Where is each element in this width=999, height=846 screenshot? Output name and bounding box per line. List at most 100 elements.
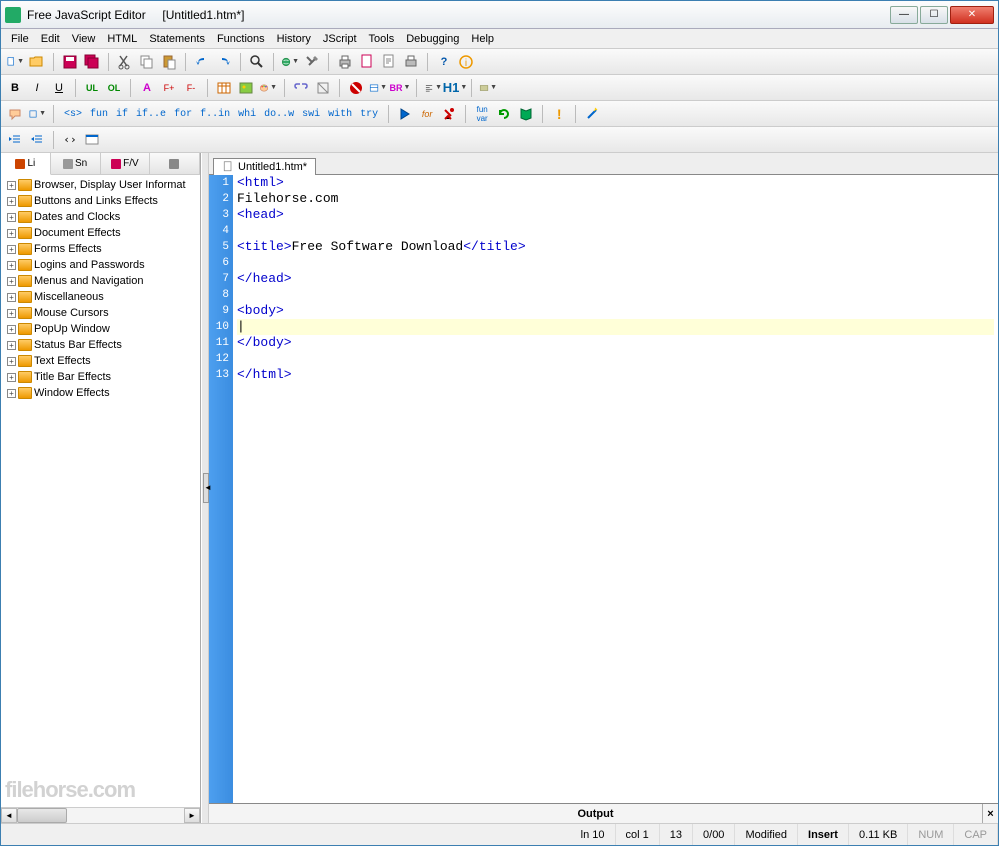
image-button[interactable] <box>236 78 256 98</box>
brackets-icon[interactable]: ‹› <box>60 130 80 150</box>
code-line[interactable]: Filehorse.com <box>237 191 994 207</box>
code-line[interactable]: </html> <box>237 367 994 383</box>
expand-icon[interactable]: + <box>7 389 16 398</box>
table-button[interactable] <box>214 78 234 98</box>
anchor-button[interactable] <box>313 78 333 98</box>
cut-button[interactable] <box>115 52 135 72</box>
open-file-button[interactable] <box>27 52 47 72</box>
tree-view[interactable]: +Browser, Display User Informat+Buttons … <box>1 175 200 807</box>
snippet-s[interactable]: <s> <box>60 109 86 120</box>
scroll-thumb[interactable] <box>17 808 67 823</box>
menu-jscript[interactable]: JScript <box>317 31 363 47</box>
expand-icon[interactable]: + <box>7 181 16 190</box>
menu-view[interactable]: View <box>66 31 102 47</box>
tree-item[interactable]: +Status Bar Effects <box>3 337 198 353</box>
snippet-swi[interactable]: swi <box>298 109 324 120</box>
snippet-ife[interactable]: if..e <box>132 109 170 120</box>
tree-item[interactable]: +Mouse Cursors <box>3 305 198 321</box>
tree-item[interactable]: +Document Effects <box>3 225 198 241</box>
snippet-dow[interactable]: do..w <box>260 109 298 120</box>
code-editor[interactable]: 12345678910111213 <html>Filehorse.com<he… <box>209 175 998 803</box>
code-content[interactable]: <html>Filehorse.com<head><title>Free Sof… <box>233 175 998 803</box>
tree-item[interactable]: +Miscellaneous <box>3 289 198 305</box>
sidebar-tab-sn[interactable]: Sn <box>51 153 101 174</box>
tree-item[interactable]: +Forms Effects <box>3 241 198 257</box>
menu-file[interactable]: File <box>5 31 35 47</box>
link-button[interactable] <box>291 78 311 98</box>
splitter-grip[interactable]: ◄ <box>203 473 209 503</box>
ol-button[interactable]: OL <box>104 78 124 98</box>
scroll-left-button[interactable]: ◄ <box>1 808 17 823</box>
heading-button[interactable]: H1▼ <box>445 78 465 98</box>
doc1-icon[interactable] <box>357 52 377 72</box>
menu-tools[interactable]: Tools <box>363 31 401 47</box>
expand-icon[interactable]: + <box>7 229 16 238</box>
tree-item[interactable]: +Title Bar Effects <box>3 369 198 385</box>
book-icon[interactable] <box>516 104 536 124</box>
tools-button[interactable] <box>302 52 322 72</box>
block-button[interactable]: ▼ <box>27 104 47 124</box>
outdent-button[interactable] <box>27 130 47 150</box>
comment-button[interactable] <box>5 104 25 124</box>
sidebar-scrollbar[interactable]: ◄ ► <box>1 807 200 823</box>
debug-stop-button[interactable] <box>439 104 459 124</box>
wand-icon[interactable] <box>582 104 602 124</box>
underline-button[interactable]: U <box>49 78 69 98</box>
menu-help[interactable]: Help <box>465 31 500 47</box>
close-button[interactable]: ✕ <box>950 6 994 24</box>
snippet-if[interactable]: if <box>112 109 132 120</box>
var-icon[interactable]: funvar <box>472 104 492 124</box>
expand-icon[interactable]: + <box>7 245 16 254</box>
snippet-try[interactable]: try <box>356 109 382 120</box>
code-line[interactable]: <head> <box>237 207 994 223</box>
debug-fox-icon[interactable]: for <box>417 104 437 124</box>
tree-item[interactable]: +PopUp Window <box>3 321 198 337</box>
code-line[interactable]: <body> <box>237 303 994 319</box>
refresh-icon[interactable] <box>494 104 514 124</box>
snippet-fun[interactable]: fun <box>86 109 112 120</box>
code-line[interactable] <box>237 223 994 239</box>
snippet-fin[interactable]: f..in <box>196 109 234 120</box>
tree-item[interactable]: +Dates and Clocks <box>3 209 198 225</box>
expand-icon[interactable]: + <box>7 357 16 366</box>
form-button[interactable]: ▼ <box>478 78 498 98</box>
font-minus-button[interactable]: F- <box>181 78 201 98</box>
new-file-button[interactable]: ▼ <box>5 52 25 72</box>
output-close-button[interactable]: × <box>982 804 998 823</box>
code-line[interactable]: <title>Free Software Download</title> <box>237 239 994 255</box>
code-line[interactable]: </body> <box>237 335 994 351</box>
maximize-button[interactable]: ☐ <box>920 6 948 24</box>
tree-item[interactable]: +Buttons and Links Effects <box>3 193 198 209</box>
editor-tab[interactable]: Untitled1.htm* <box>213 158 316 175</box>
expand-icon[interactable]: + <box>7 213 16 222</box>
splitter[interactable]: ◄ <box>201 153 209 823</box>
scroll-track[interactable] <box>17 808 184 823</box>
code-line[interactable]: </head> <box>237 271 994 287</box>
menu-statements[interactable]: Statements <box>143 31 211 47</box>
paste-button[interactable] <box>159 52 179 72</box>
snippet-whi[interactable]: whi <box>234 109 260 120</box>
help-button[interactable]: ? <box>434 52 454 72</box>
save-button[interactable] <box>60 52 80 72</box>
find-button[interactable] <box>247 52 267 72</box>
menu-functions[interactable]: Functions <box>211 31 271 47</box>
expand-icon[interactable]: + <box>7 293 16 302</box>
sidebar-tab-li[interactable]: Li <box>1 153 51 175</box>
menu-html[interactable]: HTML <box>101 31 143 47</box>
break-button[interactable]: BR▼ <box>390 78 410 98</box>
scroll-right-button[interactable]: ► <box>184 808 200 823</box>
tree-item[interactable]: +Browser, Display User Informat <box>3 177 198 193</box>
stop-icon[interactable] <box>346 78 366 98</box>
palette-button[interactable]: ▼ <box>258 78 278 98</box>
code-line[interactable] <box>237 255 994 271</box>
minimize-button[interactable]: — <box>890 6 918 24</box>
menu-edit[interactable]: Edit <box>35 31 66 47</box>
code-line[interactable] <box>237 351 994 367</box>
doc2-icon[interactable] <box>379 52 399 72</box>
info-button[interactable]: i <box>456 52 476 72</box>
snippet-with[interactable]: with <box>324 109 356 120</box>
expand-icon[interactable]: + <box>7 261 16 270</box>
code-line[interactable]: | <box>237 319 994 335</box>
sidebar-tab-db[interactable] <box>150 153 200 174</box>
expand-icon[interactable]: + <box>7 373 16 382</box>
